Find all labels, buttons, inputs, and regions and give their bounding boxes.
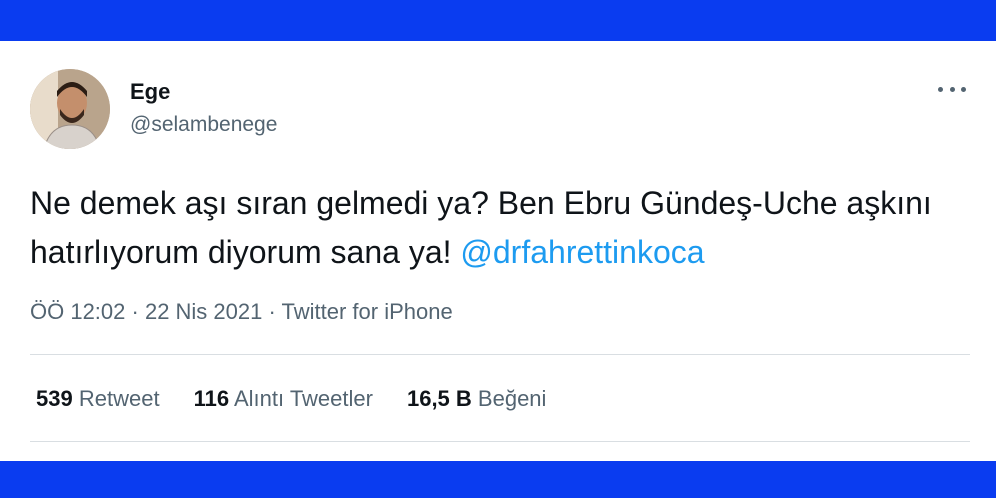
- dot: [949, 86, 955, 92]
- user-handle[interactable]: @selambenege: [130, 113, 277, 137]
- quote-count: 116: [193, 386, 230, 411]
- dot: [938, 86, 943, 92]
- engagement-stats: 539 Retweet 116 Alıntı Tweetler 16,5 B B…: [36, 386, 546, 412]
- divider: [30, 441, 970, 442]
- likes-stat[interactable]: 16,5 B Beğeni: [407, 386, 546, 412]
- retweet-stat[interactable]: 539 Retweet: [36, 386, 160, 412]
- dot: [961, 86, 966, 92]
- tweet-source[interactable]: Twitter for iPhone: [282, 299, 453, 324]
- display-name[interactable]: Ege: [130, 79, 170, 105]
- retweet-label: Retweet: [78, 386, 160, 411]
- tweet-date[interactable]: 22 Nis 2021: [145, 299, 262, 324]
- meta-separator: ·: [125, 299, 145, 324]
- quote-label: Alıntı Tweetler: [233, 386, 373, 411]
- likes-label: Beğeni: [477, 386, 547, 411]
- divider: [30, 354, 970, 355]
- retweet-count: 539: [36, 386, 73, 411]
- mention-link[interactable]: @drfahrettinkoca: [460, 234, 704, 270]
- tweet-card: Ege @selambenege Ne demek aşı sıran gelm…: [0, 39, 996, 463]
- likes-count: 16,5 B: [406, 386, 472, 411]
- avatar[interactable]: [30, 69, 110, 149]
- tweet-meta: ÖÖ 12:02 · 22 Nis 2021 · Twitter for iPh…: [30, 299, 453, 325]
- avatar-photo: [30, 69, 110, 149]
- quote-tweets-stat[interactable]: 116 Alıntı Tweetler: [194, 386, 373, 412]
- tweet-text: Ne demek aşı sıran gelmedi ya? Ben Ebru …: [30, 179, 960, 277]
- meta-separator: ·: [262, 299, 282, 324]
- tweet-time[interactable]: ÖÖ 12:02: [30, 299, 125, 324]
- more-horizontal-icon[interactable]: [938, 79, 966, 99]
